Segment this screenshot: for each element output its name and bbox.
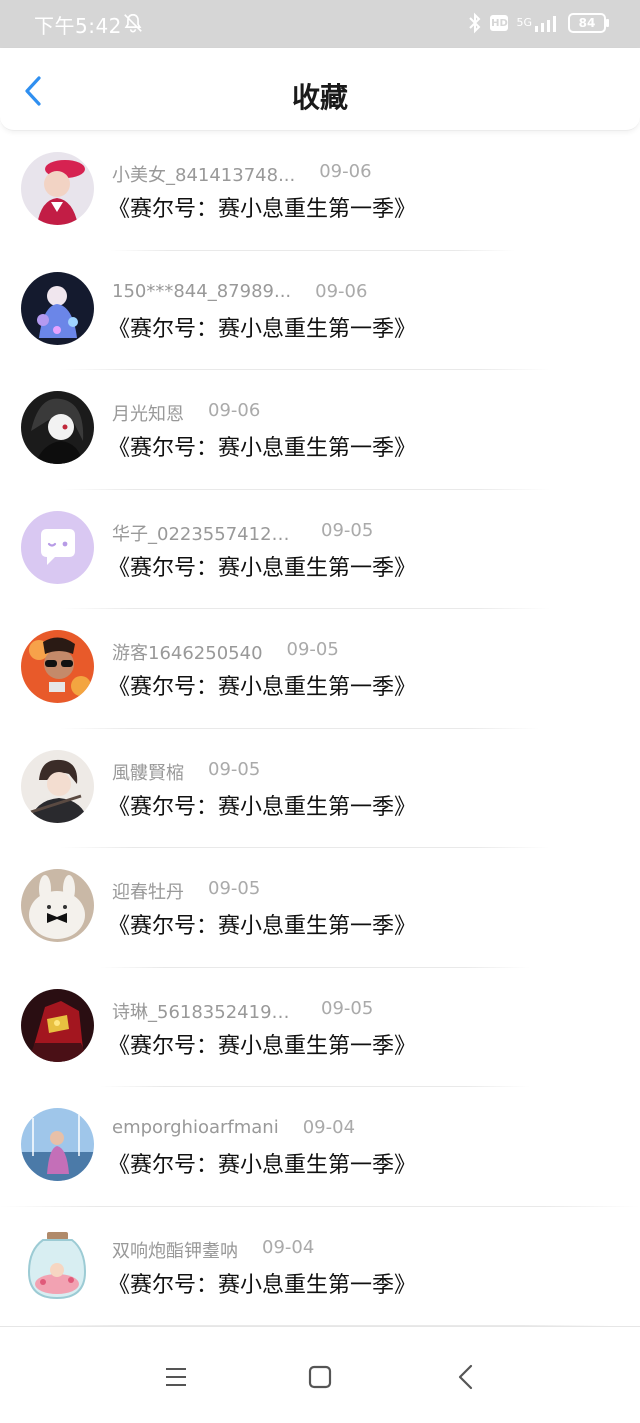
item-meta: emporghioarfmani 09-04 bbox=[112, 1117, 355, 1138]
avatar[interactable] bbox=[21, 869, 94, 942]
signal-icon bbox=[535, 16, 556, 32]
date: 09-06 bbox=[208, 400, 261, 421]
username: 迎春牡丹 bbox=[112, 882, 184, 903]
list-item[interactable]: 150***844_87989... 09-06 《赛尔号：赛小息重生第一季》 bbox=[0, 251, 640, 370]
date: 09-05 bbox=[208, 758, 261, 780]
item-title: 《赛尔号：赛小息重生第一季》 bbox=[108, 675, 417, 700]
battery-level: 84 bbox=[578, 16, 596, 30]
username: emporghioarfmani bbox=[112, 1117, 279, 1138]
system-nav-bar bbox=[0, 1326, 640, 1423]
avatar[interactable] bbox=[21, 1108, 94, 1181]
username: 月光知恩 bbox=[112, 404, 184, 425]
date: 09-05 bbox=[321, 519, 374, 541]
status-time: 下午5:42 bbox=[34, 14, 122, 38]
item-meta: 游客1646250540 09-05 bbox=[112, 639, 339, 665]
page-title: 收藏 bbox=[291, 81, 348, 114]
network-label: 5G bbox=[516, 16, 532, 29]
date: 09-06 bbox=[319, 161, 372, 182]
username: 風髏賢樎 bbox=[112, 762, 184, 784]
item-title: 《赛尔号：赛小息重生第一季》 bbox=[108, 555, 417, 581]
item-meta: 風髏賢樎 09-05 bbox=[112, 759, 260, 785]
list-item[interactable]: 游客1646250540 09-05 《赛尔号：赛小息重生第一季》 bbox=[0, 609, 640, 729]
username: 华子_02235574127... bbox=[112, 523, 297, 545]
hd-badge: HD bbox=[490, 15, 509, 31]
date: 09-05 bbox=[321, 997, 374, 1019]
avatar[interactable] bbox=[21, 391, 94, 464]
item-title: 《赛尔号：赛小息重生第一季》 bbox=[108, 1153, 417, 1178]
battery-icon: 84 bbox=[568, 13, 609, 33]
item-meta: 华子_02235574127... 09-05 bbox=[112, 520, 373, 546]
list-item[interactable]: 風髏賢樎 09-05 《赛尔号：赛小息重生第一季》 bbox=[0, 729, 640, 848]
status-bar: 下午5:42 HD 5G 84 bbox=[0, 0, 640, 48]
avatar[interactable] bbox=[21, 749, 94, 823]
date: 09-06 bbox=[315, 280, 368, 302]
username: 游客1646250540 bbox=[112, 643, 263, 664]
date: 09-04 bbox=[262, 1236, 315, 1258]
favorites-list: 小美女_841413748... 09-06 《赛尔号：赛小息重生第一季》 15… bbox=[0, 131, 640, 1326]
date: 09-05 bbox=[208, 878, 261, 899]
status-icons: HD 5G 84 bbox=[468, 10, 609, 36]
item-title: 《赛尔号：赛小息重生第一季》 bbox=[108, 316, 417, 342]
item-title: 《赛尔号：赛小息重生第一季》 bbox=[108, 794, 417, 820]
list-item[interactable]: 双响炮酯钾耋呐 09-04 《赛尔号：赛小息重生第一季》 bbox=[0, 1207, 640, 1326]
item-title: 《赛尔号：赛小息重生第一季》 bbox=[108, 1033, 417, 1059]
item-meta: 迎春牡丹 09-05 bbox=[112, 878, 260, 904]
menu-icon[interactable] bbox=[156, 1357, 196, 1397]
username: 150***844_87989... bbox=[112, 280, 292, 302]
username: 小美女_841413748... bbox=[112, 165, 296, 186]
avatar[interactable] bbox=[21, 630, 94, 703]
list-item[interactable]: emporghioarfmani 09-04 《赛尔号：赛小息重生第一季》 bbox=[0, 1087, 640, 1207]
item-title: 《赛尔号：赛小息重生第一季》 bbox=[108, 436, 417, 461]
list-item[interactable]: 迎春牡丹 09-05 《赛尔号：赛小息重生第一季》 bbox=[0, 848, 640, 968]
home-icon[interactable] bbox=[300, 1357, 340, 1397]
item-meta: 双响炮酯钾耋呐 09-04 bbox=[112, 1237, 314, 1263]
bell-off-icon bbox=[124, 13, 142, 33]
item-meta: 150***844_87989... 09-06 bbox=[112, 281, 367, 302]
date: 09-04 bbox=[302, 1117, 356, 1138]
avatar[interactable] bbox=[21, 988, 94, 1062]
bluetooth-icon bbox=[469, 12, 481, 34]
list-item[interactable]: 诗琳_56183524197... 09-05 《赛尔号：赛小息重生第一季》 bbox=[0, 968, 640, 1087]
list-item[interactable]: 小美女_841413748... 09-06 《赛尔号：赛小息重生第一季》 bbox=[0, 131, 640, 251]
list-item[interactable]: 月光知恩 09-06 《赛尔号：赛小息重生第一季》 bbox=[0, 370, 640, 490]
username: 诗琳_56183524197... bbox=[112, 1001, 297, 1023]
item-meta: 诗琳_56183524197... 09-05 bbox=[112, 998, 373, 1024]
username: 双响炮酯钾耋呐 bbox=[112, 1240, 238, 1262]
date: 09-05 bbox=[286, 639, 339, 660]
avatar[interactable] bbox=[21, 1227, 94, 1301]
avatar[interactable] bbox=[21, 152, 94, 225]
list-item[interactable]: 华子_02235574127... 09-05 《赛尔号：赛小息重生第一季》 bbox=[0, 490, 640, 609]
avatar[interactable] bbox=[21, 271, 94, 345]
item-meta: 小美女_841413748... 09-06 bbox=[112, 161, 372, 187]
item-title: 《赛尔号：赛小息重生第一季》 bbox=[108, 1272, 417, 1298]
item-title: 《赛尔号：赛小息重生第一季》 bbox=[108, 197, 417, 222]
back-icon[interactable] bbox=[446, 1357, 486, 1397]
header-bar: 收藏 bbox=[0, 48, 640, 131]
avatar[interactable] bbox=[21, 510, 94, 584]
network-indicator: 5G bbox=[516, 14, 560, 32]
item-meta: 月光知恩 09-06 bbox=[112, 400, 260, 426]
item-title: 《赛尔号：赛小息重生第一季》 bbox=[108, 914, 417, 939]
